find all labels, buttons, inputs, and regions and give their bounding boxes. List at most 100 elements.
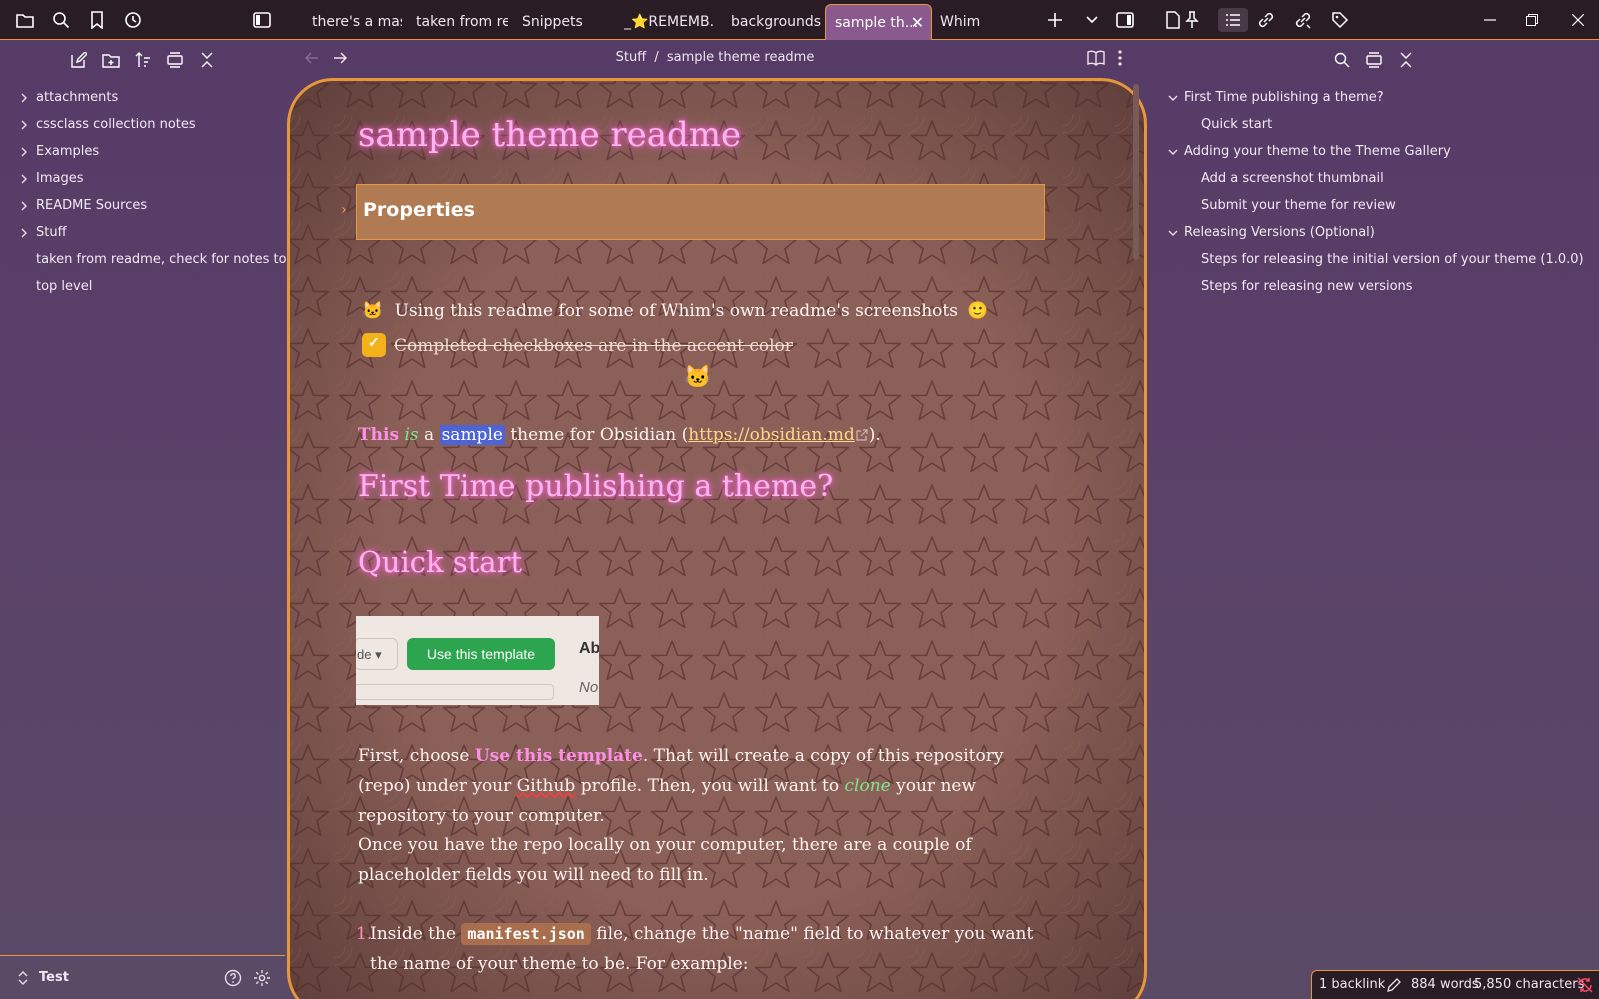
chevron-right-icon — [21, 93, 27, 103]
outline-item[interactable]: Quick start — [1201, 112, 1272, 138]
outline-item[interactable]: Steps for releasing new versions — [1201, 274, 1413, 300]
chevron-right-icon — [21, 120, 27, 130]
vault-switcher-bar: Test — [0, 955, 285, 999]
outline-item[interactable]: Adding your theme to the Theme Gallery — [1168, 139, 1451, 165]
checkmark-icon: ✓ — [368, 335, 380, 351]
collapse-all-icon[interactable] — [195, 48, 219, 72]
text: theme for Obsidian ( — [510, 425, 689, 445]
outgoing-links-icon[interactable] — [1291, 8, 1315, 32]
new-note-icon[interactable] — [67, 48, 91, 72]
folder-icon[interactable] — [13, 8, 37, 32]
help-icon[interactable] — [224, 969, 242, 987]
text: a — [424, 425, 435, 445]
folder-label: attachments — [36, 90, 119, 105]
clock-icon[interactable] — [121, 8, 145, 32]
chevron-right-icon — [21, 228, 27, 238]
chevron-up-down-icon[interactable] — [18, 971, 28, 985]
new-folder-icon[interactable] — [99, 48, 123, 72]
status-bar: 1 backlink 884 words 5,850 characters — [1311, 970, 1599, 999]
expand-view-icon[interactable] — [163, 48, 187, 72]
image-input — [356, 684, 554, 700]
tab[interactable]: Snippets — [522, 4, 592, 40]
chevron-down-icon[interactable] — [1167, 146, 1179, 158]
sidebar-toggle-icon[interactable] — [250, 8, 274, 32]
text-highlight: sample — [439, 425, 505, 445]
sync-error-icon[interactable] — [1576, 976, 1594, 994]
restore-icon[interactable] — [1520, 8, 1544, 32]
text-bold: This — [358, 425, 400, 445]
pin-icon[interactable] — [1180, 8, 1204, 32]
file-label: top level — [36, 279, 93, 294]
more-options-icon[interactable] — [1118, 50, 1122, 66]
outline-item[interactable]: Releasing Versions (Optional) — [1168, 220, 1375, 246]
image-template-button: Use this template — [407, 638, 555, 670]
tab-active[interactable]: sample th... ✕ — [825, 4, 932, 40]
tab[interactable]: _⭐REMEMB... — [624, 4, 714, 40]
close-tab-icon[interactable]: ✕ — [911, 5, 924, 40]
pencil-icon[interactable] — [1387, 978, 1401, 992]
reading-view-icon[interactable] — [1087, 50, 1105, 66]
tab[interactable]: taken from re... — [416, 4, 508, 40]
outline-label: Steps for releasing the initial version … — [1201, 252, 1584, 267]
tab[interactable]: Whim — [940, 4, 1000, 40]
folder-label: Examples — [36, 144, 100, 159]
image-dropdown-text: de ▾ — [356, 638, 398, 670]
text: First, choose — [358, 746, 475, 766]
folder-label: cssclass collection notes — [36, 117, 196, 132]
note-title[interactable]: sample theme readme — [358, 115, 741, 155]
intro-paragraph: This is a sample theme for Obsidian (htt… — [358, 425, 881, 445]
outline-label: First Time publishing a theme? — [1184, 90, 1384, 105]
search-icon[interactable] — [49, 8, 73, 32]
inline-code: manifest.json — [461, 923, 591, 945]
editor-scrollbar[interactable] — [1133, 84, 1139, 260]
chevron-right-icon[interactable]: › — [341, 202, 347, 218]
text: profile. Then, you will want to — [575, 776, 845, 796]
outline-label: Releasing Versions (Optional) — [1184, 225, 1375, 240]
tags-icon[interactable] — [1328, 8, 1352, 32]
text-bold: Use this template — [474, 746, 643, 766]
note-editor[interactable]: sample theme readme › Properties 🐱 Using… — [287, 78, 1147, 999]
completed-checkbox[interactable]: ✓ — [362, 333, 386, 357]
word-count: 884 words — [1411, 977, 1479, 992]
breadcrumb-folder[interactable]: Stuff — [616, 50, 647, 65]
title-bar: there's a mas... taken from re... Snippe… — [0, 0, 1599, 40]
chevron-down-icon[interactable] — [1167, 92, 1179, 104]
outline-item[interactable]: Submit your theme for review — [1201, 193, 1396, 219]
bookmark-icon[interactable] — [85, 8, 109, 32]
heading-1[interactable]: First Time publishing a theme? — [358, 469, 833, 504]
breadcrumb-note[interactable]: sample theme readme — [667, 50, 814, 65]
properties-section[interactable]: › Properties — [341, 184, 1045, 240]
close-window-icon[interactable] — [1566, 8, 1590, 32]
text-italic: is — [404, 425, 419, 445]
sort-icon[interactable] — [131, 48, 155, 72]
cat-icon: 🐱 — [362, 301, 384, 321]
tab[interactable]: there's a mas... — [312, 4, 402, 40]
search-icon[interactable] — [1330, 48, 1354, 72]
outline-item[interactable]: Steps for releasing the initial version … — [1201, 247, 1584, 273]
external-link-icon — [856, 429, 868, 441]
backlink-count[interactable]: 1 backlink — [1319, 977, 1385, 992]
chevron-right-icon — [21, 174, 27, 184]
editor-header: Stuff / sample theme readme — [285, 42, 1145, 76]
backlinks-icon[interactable] — [1254, 8, 1278, 32]
text: ). — [868, 425, 881, 445]
outline-item[interactable]: Add a screenshot thumbnail — [1201, 166, 1384, 192]
chevron-down-icon[interactable] — [1167, 227, 1179, 239]
breadcrumb-separator: / — [654, 50, 659, 65]
heading-2[interactable]: Quick start — [358, 545, 522, 579]
note-content: sample theme readme › Properties 🐱 Using… — [290, 81, 1144, 999]
outline-item[interactable]: First Time publishing a theme? — [1168, 85, 1384, 111]
checkbox-text: Completed checkboxes are in the accent c… — [394, 336, 793, 356]
settings-gear-icon[interactable] — [253, 969, 271, 987]
tab[interactable]: backgrounds — [731, 4, 821, 40]
outline-icon[interactable] — [1218, 8, 1248, 32]
misspelled-word[interactable]: Github — [517, 776, 576, 796]
collapse-all-icon[interactable] — [1394, 48, 1418, 72]
vault-name[interactable]: Test — [39, 970, 69, 985]
chevron-down-icon[interactable] — [1080, 8, 1104, 32]
right-sidebar-toggle-icon[interactable] — [1113, 8, 1137, 32]
minimize-icon[interactable] — [1478, 8, 1502, 32]
new-tab-icon[interactable] — [1043, 8, 1067, 32]
external-link[interactable]: https://obsidian.md — [688, 425, 855, 445]
expand-view-icon[interactable] — [1362, 48, 1386, 72]
